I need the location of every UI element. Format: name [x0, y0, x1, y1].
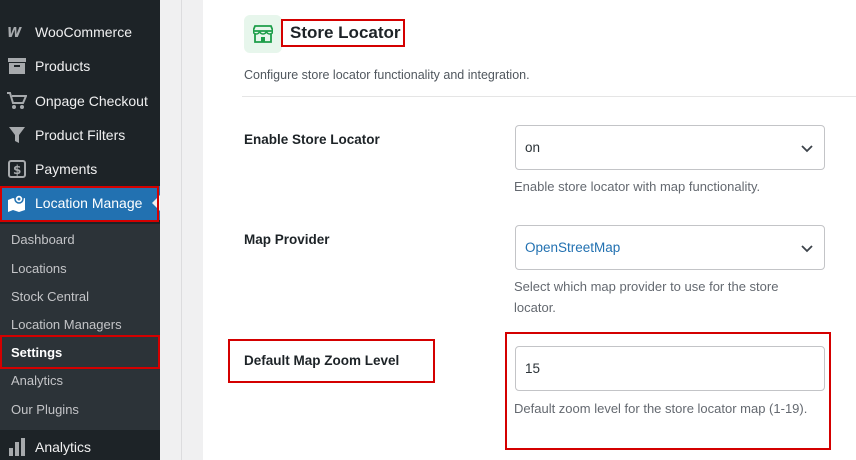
archive-icon	[7, 56, 27, 76]
zoom-level-label: Default Map Zoom Level	[244, 353, 400, 368]
dollar-icon: $	[7, 159, 27, 179]
submenu-location-managers[interactable]: Location Managers	[11, 315, 122, 335]
active-arrow-icon	[152, 195, 160, 211]
cart-icon	[7, 91, 27, 111]
section-title: Store Locator	[290, 23, 401, 42]
menu-label: Payments	[35, 161, 98, 177]
map-provider-help: Select which map provider to use for the…	[514, 279, 779, 315]
content-gutter	[160, 0, 182, 460]
zoom-level-input[interactable]	[515, 346, 825, 391]
svg-text:W: W	[7, 26, 22, 39]
location-submenu: Dashboard Locations Stock Central Locati…	[0, 224, 160, 430]
admin-sidebar: W WooCommerce Products Onpage Checkout P…	[0, 0, 160, 460]
submenu-our-plugins[interactable]: Our Plugins	[11, 400, 79, 420]
menu-label: Onpage Checkout	[35, 93, 148, 109]
menu-product-filters[interactable]: Product Filters	[0, 118, 160, 152]
menu-label: Location Manage	[35, 195, 143, 211]
chevron-down-icon	[801, 145, 813, 153]
woo-icon: W	[7, 22, 27, 42]
select-value: on	[525, 140, 541, 155]
submenu-stock-central[interactable]: Stock Central	[11, 287, 89, 307]
select-value: OpenStreetMap	[525, 240, 621, 255]
section-description: Configure store locator functionality an…	[244, 68, 530, 82]
submenu-settings[interactable]: Settings	[11, 343, 62, 363]
zoom-level-help: Default zoom level for the store locator…	[514, 401, 808, 416]
menu-analytics[interactable]: Analytics	[0, 430, 160, 460]
svg-text:$: $	[13, 163, 21, 177]
menu-label: WooCommerce	[35, 24, 132, 40]
enable-store-locator-select[interactable]: on	[515, 125, 825, 170]
gutter-divider	[181, 0, 182, 460]
menu-woocommerce[interactable]: W WooCommerce	[0, 15, 160, 49]
chart-icon	[7, 437, 27, 457]
menu-products[interactable]: Products	[0, 49, 160, 83]
chevron-down-icon	[801, 245, 813, 253]
submenu-locations[interactable]: Locations	[11, 259, 67, 279]
menu-label: Analytics	[35, 439, 92, 455]
submenu-dashboard[interactable]: Dashboard	[11, 230, 75, 250]
section-divider	[242, 96, 856, 97]
menu-location-manage[interactable]: Location Manage	[0, 186, 160, 220]
map-provider-label: Map Provider	[244, 232, 330, 247]
enable-store-locator-label: Enable Store Locator	[244, 132, 380, 147]
menu-label: Product Filters	[35, 127, 126, 143]
menu-label: Products	[35, 58, 91, 74]
filter-icon	[7, 125, 27, 145]
submenu-analytics[interactable]: Analytics	[11, 371, 63, 391]
menu-onpage-checkout[interactable]: Onpage Checkout	[0, 84, 160, 118]
map-icon	[7, 193, 27, 213]
menu-payments[interactable]: $ Payments	[0, 152, 160, 186]
store-icon	[244, 15, 282, 53]
map-provider-select[interactable]: OpenStreetMap	[515, 225, 825, 270]
enable-store-locator-help: Enable store locator with map functional…	[514, 179, 761, 194]
